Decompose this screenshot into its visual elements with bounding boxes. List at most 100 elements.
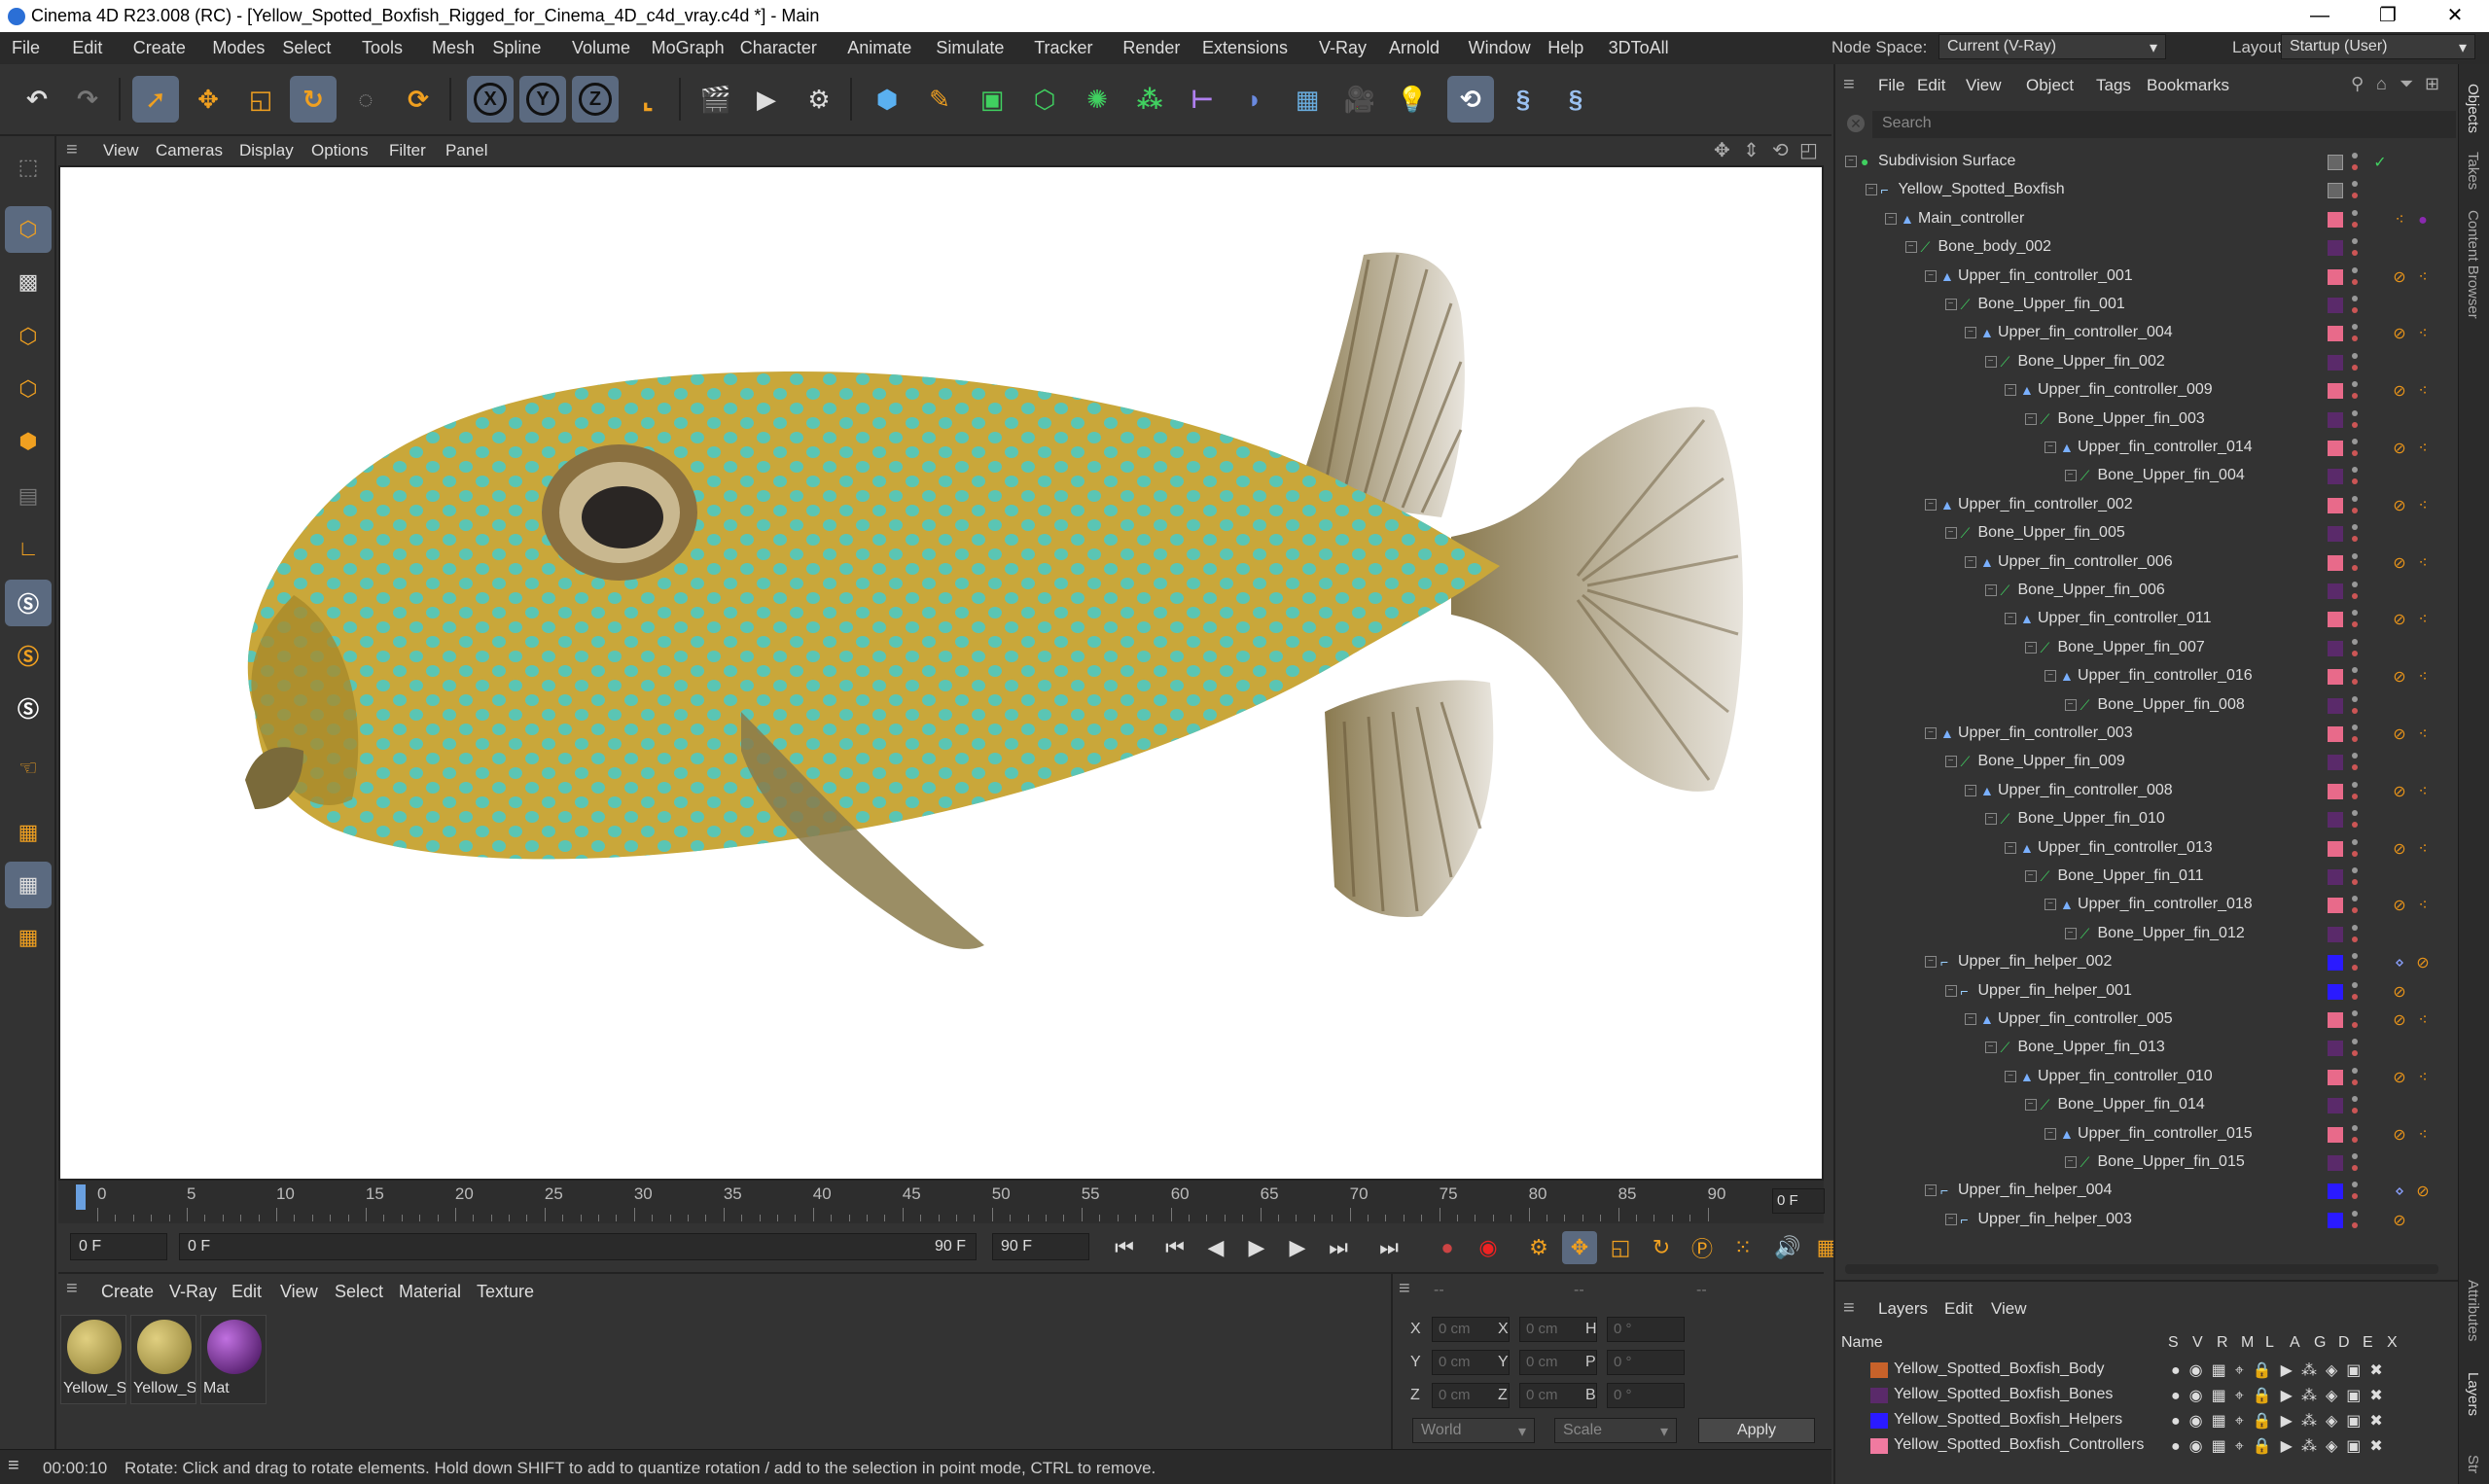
render-visibility-dot[interactable] <box>2352 679 2358 686</box>
layer-color-chip[interactable] <box>2328 697 2343 714</box>
start-frame-field[interactable]: 0 F <box>70 1233 167 1260</box>
xpresso-tag-icon[interactable]: ⁖ <box>2390 211 2409 230</box>
editor-visibility-dot[interactable] <box>2352 1124 2358 1131</box>
deformer-icon[interactable]: ⊢ <box>1179 76 1226 123</box>
play-icon[interactable]: ▶ <box>1239 1231 1274 1264</box>
extrude-icon[interactable]: ⬡ <box>1021 76 1068 123</box>
tree-collapse-icon[interactable]: − <box>2064 927 2077 939</box>
menu-volume[interactable]: Volume <box>572 38 630 58</box>
layers-menu-view[interactable]: View <box>1991 1299 2027 1319</box>
render-visibility-dot[interactable] <box>2352 1078 2358 1085</box>
editor-visibility-dot[interactable] <box>2352 582 2358 587</box>
constraint-tag-icon[interactable]: ⊘ <box>2390 1011 2409 1031</box>
viewport-menu-display[interactable]: Display <box>239 141 294 160</box>
object-row[interactable]: − ⌐ Upper_fin_helper_001 ⊘ <box>1835 977 2438 1007</box>
layer-row[interactable]: Yellow_Spotted_Boxfish_Helpers ●◉▦⌖🔒▶⁂◈▣✖ <box>1835 1408 2458 1433</box>
editor-toggle-icon[interactable] <box>2328 155 2343 170</box>
editor-visibility-dot[interactable] <box>2352 1210 2358 1217</box>
tree-collapse-icon[interactable]: − <box>1944 984 1957 997</box>
object-search-input[interactable]: Search <box>1872 111 2456 138</box>
layer-color-chip[interactable] <box>2328 669 2343 686</box>
obj-menu-tags[interactable]: Tags <box>2096 76 2131 95</box>
xpresso-tag-icon[interactable]: ⁖ <box>2413 840 2433 860</box>
object-row[interactable]: − ⟋ Bone_Upper_fin_005 <box>1835 519 2438 548</box>
render-settings-icon[interactable]: ⚙ <box>796 76 842 123</box>
object-row[interactable]: − ⟋ Bone_Upper_fin_008 <box>1835 691 2438 721</box>
select-icon[interactable]: ➚ <box>132 76 179 123</box>
layer-color-chip[interactable] <box>2328 755 2343 771</box>
xpresso-tag-icon[interactable]: ⁖ <box>2413 1011 2433 1031</box>
tree-collapse-icon[interactable]: − <box>2064 1156 2077 1168</box>
material-swatch[interactable]: Mat <box>200 1315 267 1404</box>
layer-color-chip[interactable] <box>2328 869 2343 885</box>
layer-color-chip[interactable] <box>2328 726 2343 742</box>
helper-tag-icon[interactable]: ⋄ <box>2390 954 2409 973</box>
menu-render[interactable]: Render <box>1122 38 1180 58</box>
tree-collapse-icon[interactable]: − <box>1925 498 1937 511</box>
layer-color-chip[interactable] <box>2328 298 2343 313</box>
editor-visibility-dot[interactable] <box>2352 867 2358 873</box>
viewport-zoom-icon[interactable]: ⇕ <box>1743 138 1760 162</box>
tree-collapse-icon[interactable]: − <box>2005 613 2016 625</box>
render-visibility-dot[interactable] <box>2352 907 2358 914</box>
tree-collapse-icon[interactable]: − <box>2045 670 2056 683</box>
editor-visibility-dot[interactable] <box>2352 352 2358 359</box>
python-icon[interactable]: § <box>1500 76 1547 123</box>
layer-color-chip[interactable] <box>2328 955 2343 972</box>
layer-color-chip[interactable] <box>2328 268 2343 285</box>
object-row[interactable]: − ⟋ Bone_Upper_fin_003 <box>1835 406 2438 435</box>
tree-collapse-icon[interactable]: − <box>1984 584 1997 596</box>
tab-takes[interactable]: Takes <box>2465 152 2481 190</box>
render-visibility-dot[interactable] <box>2352 1193 2358 1200</box>
editor-visibility-dot[interactable] <box>2352 209 2358 216</box>
constraint-tag-icon[interactable]: ⊘ <box>2390 554 2409 574</box>
coords-mode-dropdown[interactable]: Scale ▾ <box>1554 1418 1677 1443</box>
menu-simulate[interactable]: Simulate <box>936 38 1004 58</box>
object-row[interactable]: − ⟋ Bone_Upper_fin_011 <box>1835 863 2438 892</box>
render-visibility-dot[interactable] <box>2352 965 2358 972</box>
editor-visibility-dot[interactable] <box>2352 753 2358 760</box>
tree-collapse-icon[interactable]: − <box>1944 756 1957 768</box>
editor-visibility-dot[interactable] <box>2352 695 2358 702</box>
viewport-menu-panel[interactable]: Panel <box>445 141 487 160</box>
render-visibility-dot[interactable] <box>2352 822 2358 829</box>
object-row[interactable]: − ⟋ Bone_Upper_fin_002 <box>1835 348 2438 377</box>
layer-color-chip[interactable] <box>2328 583 2343 599</box>
coord-value-field[interactable]: 0 ° <box>1607 1350 1685 1375</box>
layer-color-chip[interactable] <box>2328 526 2343 543</box>
xpresso-tag-icon[interactable]: ⁖ <box>2413 668 2433 688</box>
layer-color-chip[interactable] <box>2328 1212 2343 1228</box>
tab-attributes[interactable]: Attributes <box>2465 1280 2481 1341</box>
cube-icon[interactable]: ⬢ <box>864 76 910 123</box>
current-frame-field[interactable]: 0 F <box>1772 1188 1825 1214</box>
editor-visibility-dot[interactable] <box>2352 181 2358 188</box>
object-row[interactable]: − ⌐ Upper_fin_helper_003 ⊘ <box>1835 1206 2438 1235</box>
tree-collapse-icon[interactable]: − <box>1845 156 1857 167</box>
layers-menu-icon[interactable]: ≡ <box>1843 1297 1855 1320</box>
menu-create[interactable]: Create <box>133 38 186 58</box>
layer-color-chip[interactable] <box>2328 1069 2343 1085</box>
object-row[interactable]: − ▲ Upper_fin_controller_015 ⊘ ⁖ <box>1835 1120 2438 1149</box>
constraint-tag-icon[interactable]: ⊘ <box>2390 897 2409 916</box>
render-visibility-dot[interactable] <box>2352 936 2358 942</box>
object-row[interactable]: − ⟋ Bone_body_002 <box>1835 233 2438 263</box>
pen-icon[interactable]: ✎ <box>916 76 963 123</box>
tree-collapse-icon[interactable]: − <box>2064 698 2077 711</box>
tree-collapse-icon[interactable]: − <box>2005 1070 2016 1082</box>
editor-visibility-dot[interactable] <box>2352 724 2358 730</box>
layer-color-chip[interactable] <box>2328 812 2343 829</box>
editor-visibility-dot[interactable] <box>2352 981 2358 988</box>
tree-collapse-icon[interactable]: − <box>1944 527 1957 540</box>
tab-content-browser[interactable]: Content Browser <box>2465 210 2481 319</box>
object-row[interactable]: − ⟋ Bone_Upper_fin_006 <box>1835 577 2438 606</box>
tree-collapse-icon[interactable]: − <box>2024 870 2037 882</box>
editor-visibility-dot[interactable] <box>2352 1039 2358 1045</box>
timeline-playhead[interactable] <box>76 1184 86 1210</box>
object-row[interactable]: − ▲ Upper_fin_controller_004 ⊘ ⁖ <box>1835 319 2438 348</box>
prev-key-icon[interactable]: ⏮ <box>1157 1231 1192 1264</box>
render-visibility-dot[interactable] <box>2352 536 2358 543</box>
constraint-tag-icon[interactable]: ⊘ <box>2390 668 2409 688</box>
model-mode-icon[interactable]: ⬡ <box>5 206 52 253</box>
render-visibility-dot[interactable] <box>2352 879 2358 885</box>
next-frame-icon[interactable]: ▶ <box>1280 1231 1315 1264</box>
